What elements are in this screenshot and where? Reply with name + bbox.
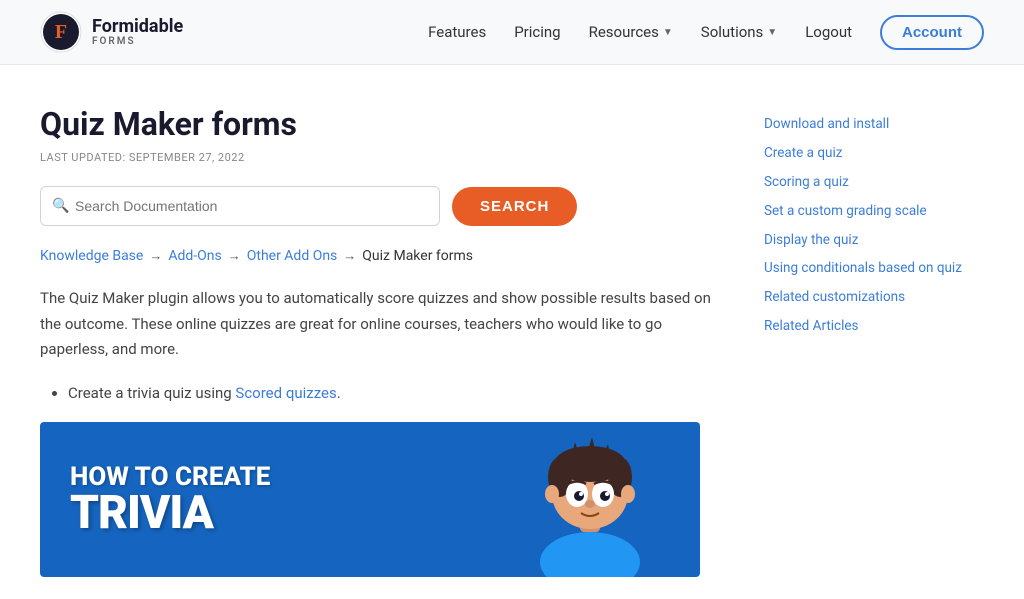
breadcrumb-addons[interactable]: Add-Ons	[168, 248, 221, 264]
site-header: F Formidable FORMS Features Pricing Reso…	[0, 0, 1024, 65]
nav-resources[interactable]: Resources ▼	[589, 23, 673, 41]
article-list: Create a trivia quiz using Scored quizze…	[40, 381, 724, 407]
sidebar-link[interactable]: Create a quiz	[764, 144, 984, 163]
breadcrumb-arrow-2: →	[228, 248, 241, 264]
breadcrumb-current: Quiz Maker forms	[362, 248, 473, 264]
image-text: HOW TO CREATE TRIVIA	[40, 443, 300, 555]
sidebar-links: Download and install Create a quiz Scoring…	[764, 115, 984, 336]
main-nav: Features Pricing Resources ▼ Solutions ▼…	[428, 15, 984, 50]
page-title: Quiz Maker forms	[40, 105, 724, 143]
account-button[interactable]: Account	[880, 15, 984, 50]
content-area: Quiz Maker forms LAST UPDATED: SEPTEMBER…	[40, 105, 724, 577]
article-intro: The Quiz Maker plugin allows you to auto…	[40, 286, 724, 363]
search-wrapper: 🔍	[40, 186, 440, 226]
breadcrumb-arrow-1: →	[149, 248, 162, 264]
search-input[interactable]	[40, 186, 440, 226]
sidebar-link[interactable]: Related customizations	[764, 288, 984, 307]
logo[interactable]: F Formidable FORMS	[40, 11, 183, 53]
logo-icon: F	[40, 11, 82, 53]
logo-formidable: Formidable	[92, 17, 183, 37]
solutions-chevron-icon: ▼	[767, 27, 777, 38]
sidebar-link[interactable]: Using conditionals based on quiz	[764, 259, 984, 278]
search-button[interactable]: SEARCH	[452, 187, 577, 226]
resources-chevron-icon: ▼	[663, 27, 673, 38]
image-line2: TRIVIA	[70, 492, 270, 536]
sidebar-link[interactable]: Set a custom grading scale	[764, 202, 984, 221]
nav-logout[interactable]: Logout	[805, 23, 852, 41]
svg-text:F: F	[55, 21, 67, 43]
article-body: The Quiz Maker plugin allows you to auto…	[40, 286, 724, 577]
search-icon: 🔍	[52, 198, 69, 214]
breadcrumb-knowledge-base[interactable]: Knowledge Base	[40, 248, 143, 264]
cartoon-character-icon	[480, 422, 700, 577]
sidebar: Download and install Create a quiz Scoring…	[764, 105, 984, 577]
breadcrumb-other-addons[interactable]: Other Add Ons	[247, 248, 338, 264]
article-image-banner: HOW TO CREATE TRIVIA	[40, 422, 700, 577]
list-item: Create a trivia quiz using Scored quizze…	[68, 381, 724, 407]
main-layout: Quiz Maker forms LAST UPDATED: SEPTEMBER…	[0, 65, 1024, 577]
logo-forms: FORMS	[92, 36, 183, 47]
scored-quizzes-link[interactable]: Scored quizzes	[235, 384, 336, 402]
nav-features[interactable]: Features	[428, 23, 486, 41]
breadcrumb: Knowledge Base → Add-Ons → Other Add Ons…	[40, 248, 724, 264]
nav-solutions[interactable]: Solutions ▼	[701, 23, 777, 41]
sidebar-link[interactable]: Download and install	[764, 115, 984, 134]
sidebar-link[interactable]: Related Articles	[764, 317, 984, 336]
search-area: 🔍 SEARCH	[40, 186, 724, 226]
last-updated: LAST UPDATED: SEPTEMBER 27, 2022	[40, 151, 724, 164]
sidebar-link[interactable]: Display the quiz	[764, 231, 984, 250]
breadcrumb-arrow-3: →	[343, 248, 356, 264]
logo-text: Formidable FORMS	[92, 17, 183, 48]
nav-pricing[interactable]: Pricing	[514, 23, 560, 41]
sidebar-link[interactable]: Scoring a quiz	[764, 173, 984, 192]
